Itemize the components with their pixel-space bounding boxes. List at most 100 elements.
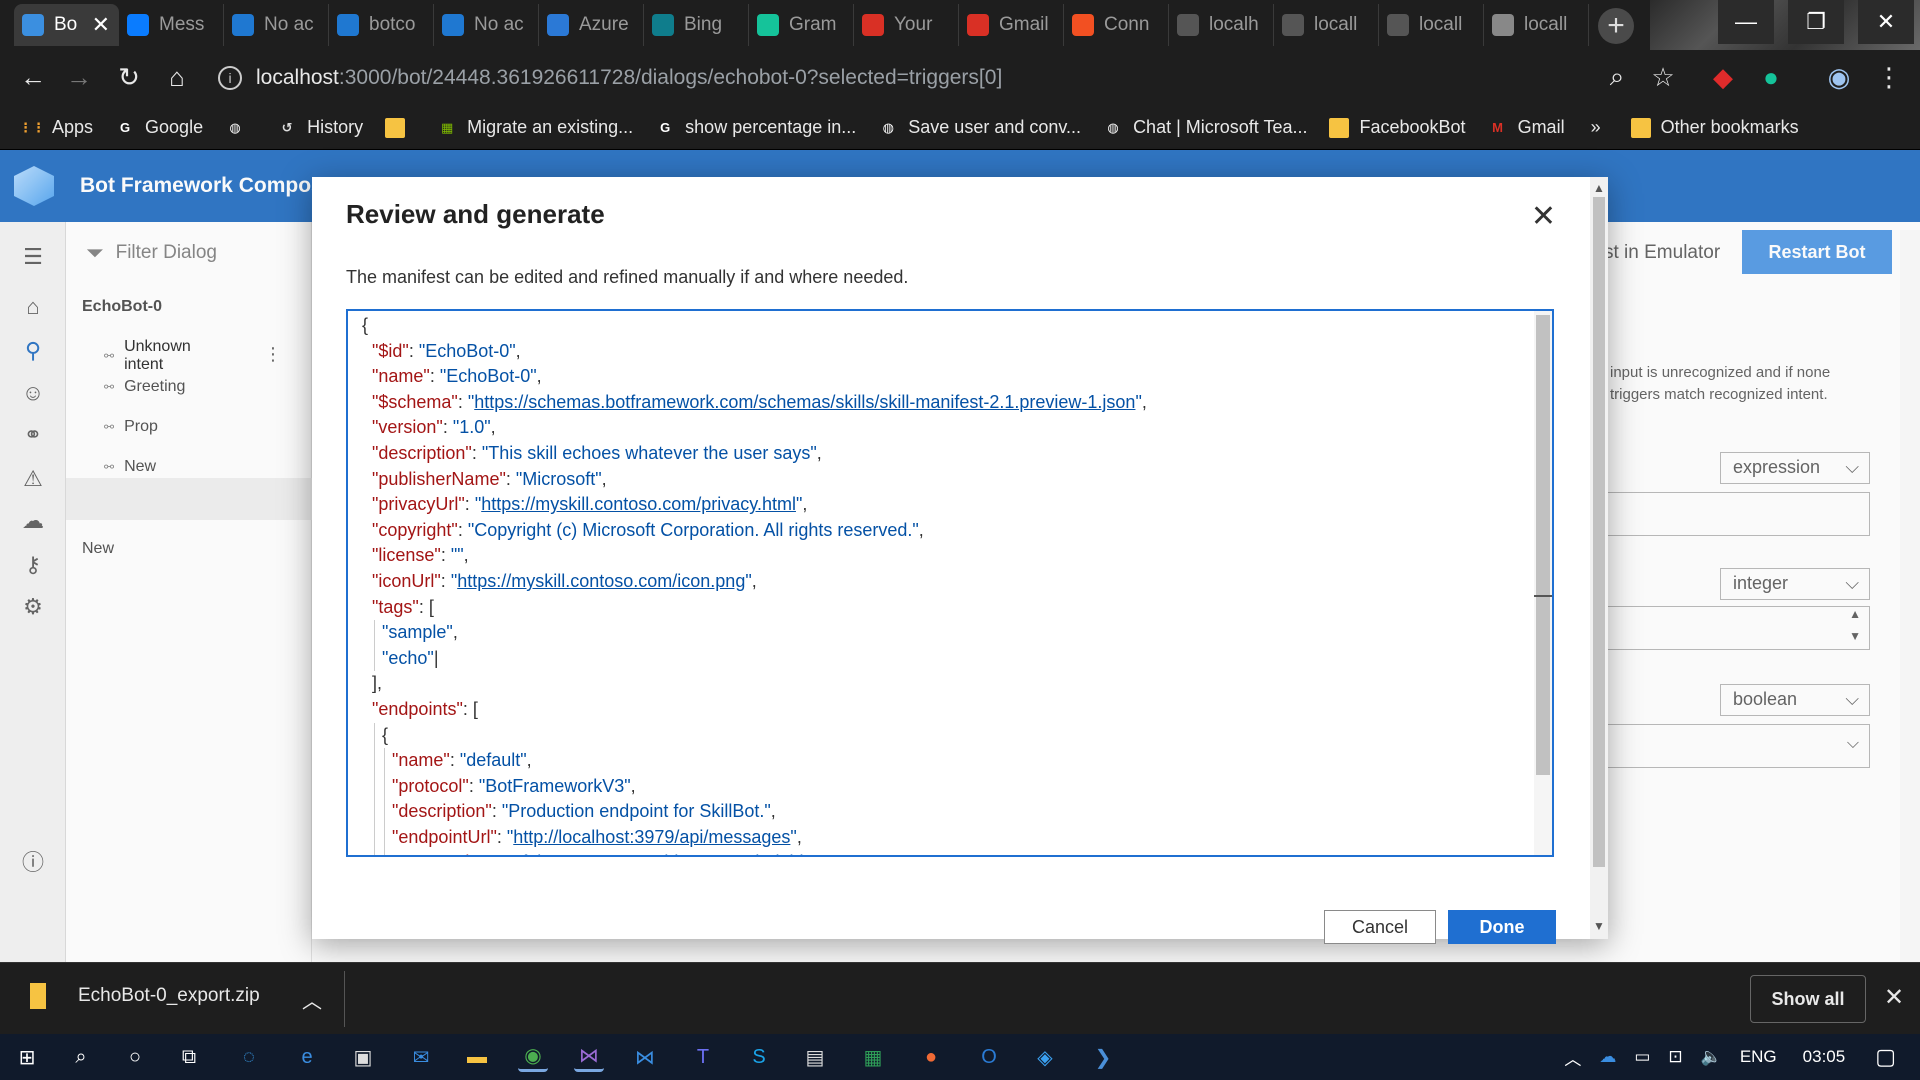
visual-studio-icon[interactable]: ⋈ (574, 1042, 604, 1072)
chrome-icon[interactable]: ◉ (518, 1042, 548, 1072)
code-line: "version": "1.0", (362, 415, 1522, 441)
browser-tab[interactable]: Bing (644, 4, 749, 46)
bookmark-item[interactable]: ▦ Migrate an existing... (437, 117, 633, 138)
browser-tab[interactable]: Conn (1064, 4, 1169, 46)
close-tab-icon[interactable]: ✕ (92, 12, 110, 38)
edge-chromium-icon[interactable]: ◌ (234, 1042, 264, 1072)
close-window-button[interactable]: ✕ (1858, 0, 1914, 44)
editor-scrollbar[interactable] (1534, 311, 1552, 855)
download-item[interactable]: EchoBot-0_export.zip (30, 983, 260, 1009)
tray-overflow-icon[interactable]: ︿ (1564, 1045, 1581, 1070)
close-icon[interactable]: ✕ (1531, 199, 1556, 234)
scroll-down-icon[interactable]: ▼ (1593, 919, 1605, 933)
store-icon[interactable]: ▣ (348, 1042, 378, 1072)
browser-tab[interactable]: No ac (224, 4, 329, 46)
site-info-icon[interactable]: i (218, 66, 242, 90)
browser-tab[interactable]: botco (329, 4, 434, 46)
home-icon[interactable]: ⌂ (162, 62, 192, 92)
bookmark-item[interactable]: ⋮⋮ Apps (19, 117, 93, 138)
bookmark-item[interactable]: ◍ (225, 118, 255, 138)
file-explorer-icon[interactable]: ▬ (462, 1042, 492, 1072)
edge-icon[interactable]: e (292, 1042, 322, 1072)
clock[interactable]: 03:05 (1803, 1047, 1846, 1067)
new-tab-button[interactable]: + (1598, 8, 1634, 44)
bookmark-item[interactable]: ↺ History (277, 117, 363, 138)
json-punctuation: , (536, 366, 542, 387)
forward-icon[interactable]: → (64, 62, 94, 92)
bookmark-item[interactable] (385, 117, 415, 138)
battery-icon[interactable]: ▭ (1634, 1047, 1650, 1067)
code-line: "echo"| (362, 645, 1522, 672)
browser-tab[interactable]: locall (1274, 4, 1379, 46)
bookmark-item[interactable]: ◍ Chat | Microsoft Tea... (1103, 117, 1307, 138)
json-string: "EchoBot-0" (439, 366, 537, 387)
show-all-button[interactable]: Show all (1750, 975, 1866, 1023)
close-download-bar-icon[interactable]: ✕ (1884, 983, 1904, 1012)
browser-tab[interactable]: Mess (119, 4, 224, 46)
cancel-button[interactable]: Cancel (1324, 910, 1436, 944)
onedrive-icon[interactable]: ☁ (1599, 1047, 1616, 1067)
profile-avatar-icon[interactable]: ◉ (1824, 62, 1854, 92)
minimize-button[interactable]: — (1718, 0, 1774, 44)
bookmark-item[interactable]: FacebookBot (1329, 117, 1466, 138)
language-indicator[interactable]: ENG (1740, 1047, 1777, 1067)
bookmark-star-icon[interactable]: ☆ (1648, 62, 1678, 92)
bookmark-item[interactable]: ◍ Save user and conv... (878, 117, 1081, 138)
tab-favicon-icon (232, 14, 254, 36)
url-field[interactable]: i localhost :3000/bot/24448.361926611728… (218, 58, 1648, 98)
browser-tab[interactable]: Azure (539, 4, 644, 46)
search-icon[interactable]: ⌕ (66, 1042, 96, 1072)
volume-icon[interactable]: 🔈 (1701, 1047, 1722, 1067)
browser-tab[interactable]: Gram (749, 4, 854, 46)
back-icon[interactable]: ← (18, 62, 48, 92)
browser-menu-icon[interactable]: ⋮ (1874, 62, 1904, 92)
browser-tab[interactable]: Bo ✕ (14, 4, 119, 46)
excel-icon[interactable]: ▦ (858, 1042, 888, 1072)
json-punctuation: : [ (462, 698, 478, 719)
tab-label: locall (1314, 14, 1358, 35)
json-punctuation: , (452, 622, 458, 643)
outlook-icon[interactable]: O (974, 1042, 1004, 1072)
cortana-icon[interactable]: ○ (120, 1042, 150, 1072)
teams-icon[interactable]: T (688, 1042, 718, 1072)
dialog-title: Review and generate (346, 199, 605, 229)
bookmark-list: ⋮⋮ Apps G Google ◍ ↺ History ▦ Migrate an existi… (0, 117, 1565, 138)
bot-emulator-icon[interactable]: ◈ (1030, 1042, 1060, 1072)
bookmark-item[interactable]: M Gmail (1488, 117, 1564, 138)
dialog-scroll-thumb[interactable] (1593, 197, 1605, 867)
url-host: localhost (256, 66, 339, 89)
other-bookmarks[interactable]: Other bookmarks (1630, 117, 1799, 138)
browser-tab[interactable]: locall (1484, 4, 1589, 46)
notifications-icon[interactable]: ▢ (1875, 1044, 1896, 1070)
tab-favicon-icon (757, 14, 779, 36)
download-options-chevron-icon[interactable]: ︿ (302, 985, 322, 1014)
zoom-icon[interactable]: ⌕ (1602, 61, 1632, 92)
manifest-editor[interactable]: {"$id": "EchoBot-0", "name": "EchoBot-0",… (346, 309, 1554, 857)
bookmark-item[interactable]: Gshow percentage in... (655, 117, 856, 138)
code-line: "name": "default", (362, 748, 1522, 774)
reload-icon[interactable]: ↻ (114, 62, 144, 92)
skype-icon[interactable]: S (744, 1042, 774, 1072)
browser-tab[interactable]: localh (1169, 4, 1274, 46)
grammarly-extension-icon[interactable]: ● (1756, 62, 1786, 92)
bookmarks-overflow-button[interactable]: » (1591, 117, 1601, 138)
browser-tab[interactable]: locall (1379, 4, 1484, 46)
terminal-icon[interactable]: ▤ (800, 1042, 830, 1072)
done-button[interactable]: Done (1448, 910, 1556, 944)
restore-button[interactable]: ❐ (1788, 0, 1844, 44)
browser-tab[interactable]: No ac (434, 4, 539, 46)
start-icon[interactable]: ⊞ (12, 1042, 42, 1072)
vscode-icon[interactable]: ⋈ (630, 1042, 660, 1072)
bookmark-item[interactable]: G Google (115, 117, 203, 138)
task-view-icon[interactable]: ⧉ (174, 1042, 204, 1072)
postman-icon[interactable]: ● (916, 1042, 946, 1072)
dialog-scrollbar[interactable]: ▲ ▼ (1590, 177, 1608, 939)
mail-icon[interactable]: ✉ (406, 1042, 436, 1072)
editor-scroll-thumb[interactable] (1536, 315, 1550, 775)
powershell-icon[interactable]: ❯ (1088, 1042, 1118, 1072)
browser-tab[interactable]: Gmail (959, 4, 1064, 46)
pocket-extension-icon[interactable]: ◆ (1708, 62, 1738, 92)
network-icon[interactable]: ⊡ (1668, 1047, 1682, 1067)
scroll-up-icon[interactable]: ▲ (1593, 181, 1605, 195)
browser-tab[interactable]: Your (854, 4, 959, 46)
